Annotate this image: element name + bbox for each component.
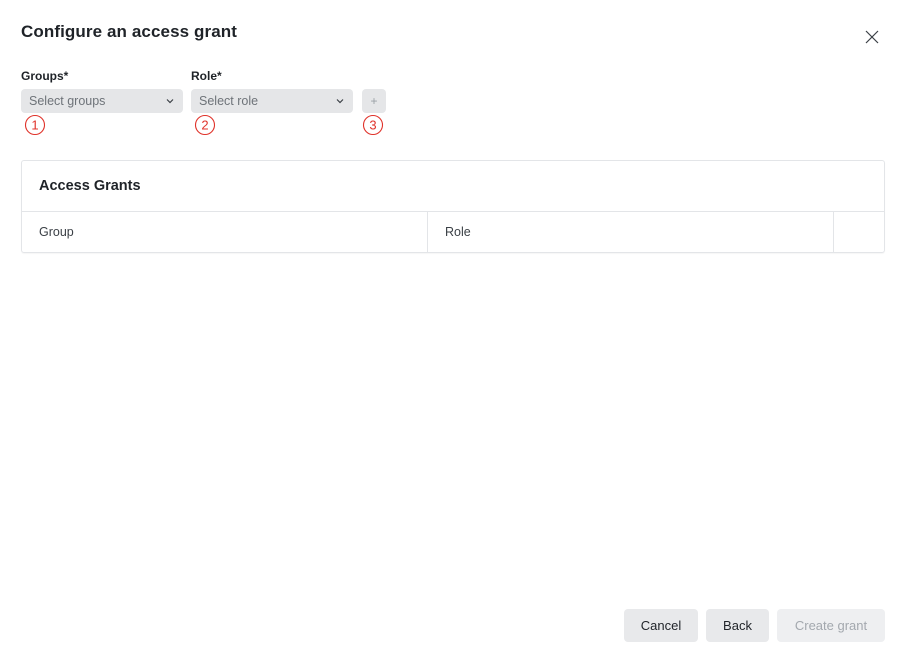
role-select-placeholder: Select role	[199, 94, 259, 108]
annotation-marker-3: 3	[362, 114, 384, 136]
role-label: Role*	[191, 69, 222, 83]
close-button[interactable]	[862, 27, 882, 47]
column-header-actions	[834, 212, 884, 252]
access-grants-title: Access Grants	[39, 178, 141, 194]
access-grant-dialog: Configure an access grant Groups* Select…	[0, 0, 900, 652]
back-button[interactable]: Back	[706, 609, 769, 642]
groups-select[interactable]: Select groups	[21, 89, 183, 113]
chevron-down-icon	[335, 96, 345, 106]
create-grant-button[interactable]: Create grant	[777, 609, 885, 642]
role-select[interactable]: Select role	[191, 89, 353, 113]
groups-label: Groups*	[21, 69, 69, 83]
column-header-group: Group	[22, 212, 428, 252]
cancel-button[interactable]: Cancel	[624, 609, 698, 642]
annotation-marker-1: 1	[24, 114, 46, 136]
chevron-down-icon	[165, 96, 175, 106]
svg-text:1: 1	[31, 118, 38, 133]
access-grants-table: Access Grants Group Role	[21, 160, 885, 253]
annotation-marker-2: 2	[194, 114, 216, 136]
dialog-title: Configure an access grant	[21, 22, 238, 41]
add-grant-button[interactable]: +	[362, 89, 386, 113]
table-header-row: Group Role	[22, 211, 884, 252]
svg-text:2: 2	[201, 118, 208, 133]
column-header-role: Role	[428, 212, 834, 252]
groups-select-placeholder: Select groups	[29, 94, 106, 108]
svg-text:3: 3	[369, 118, 376, 133]
close-icon	[865, 30, 879, 44]
